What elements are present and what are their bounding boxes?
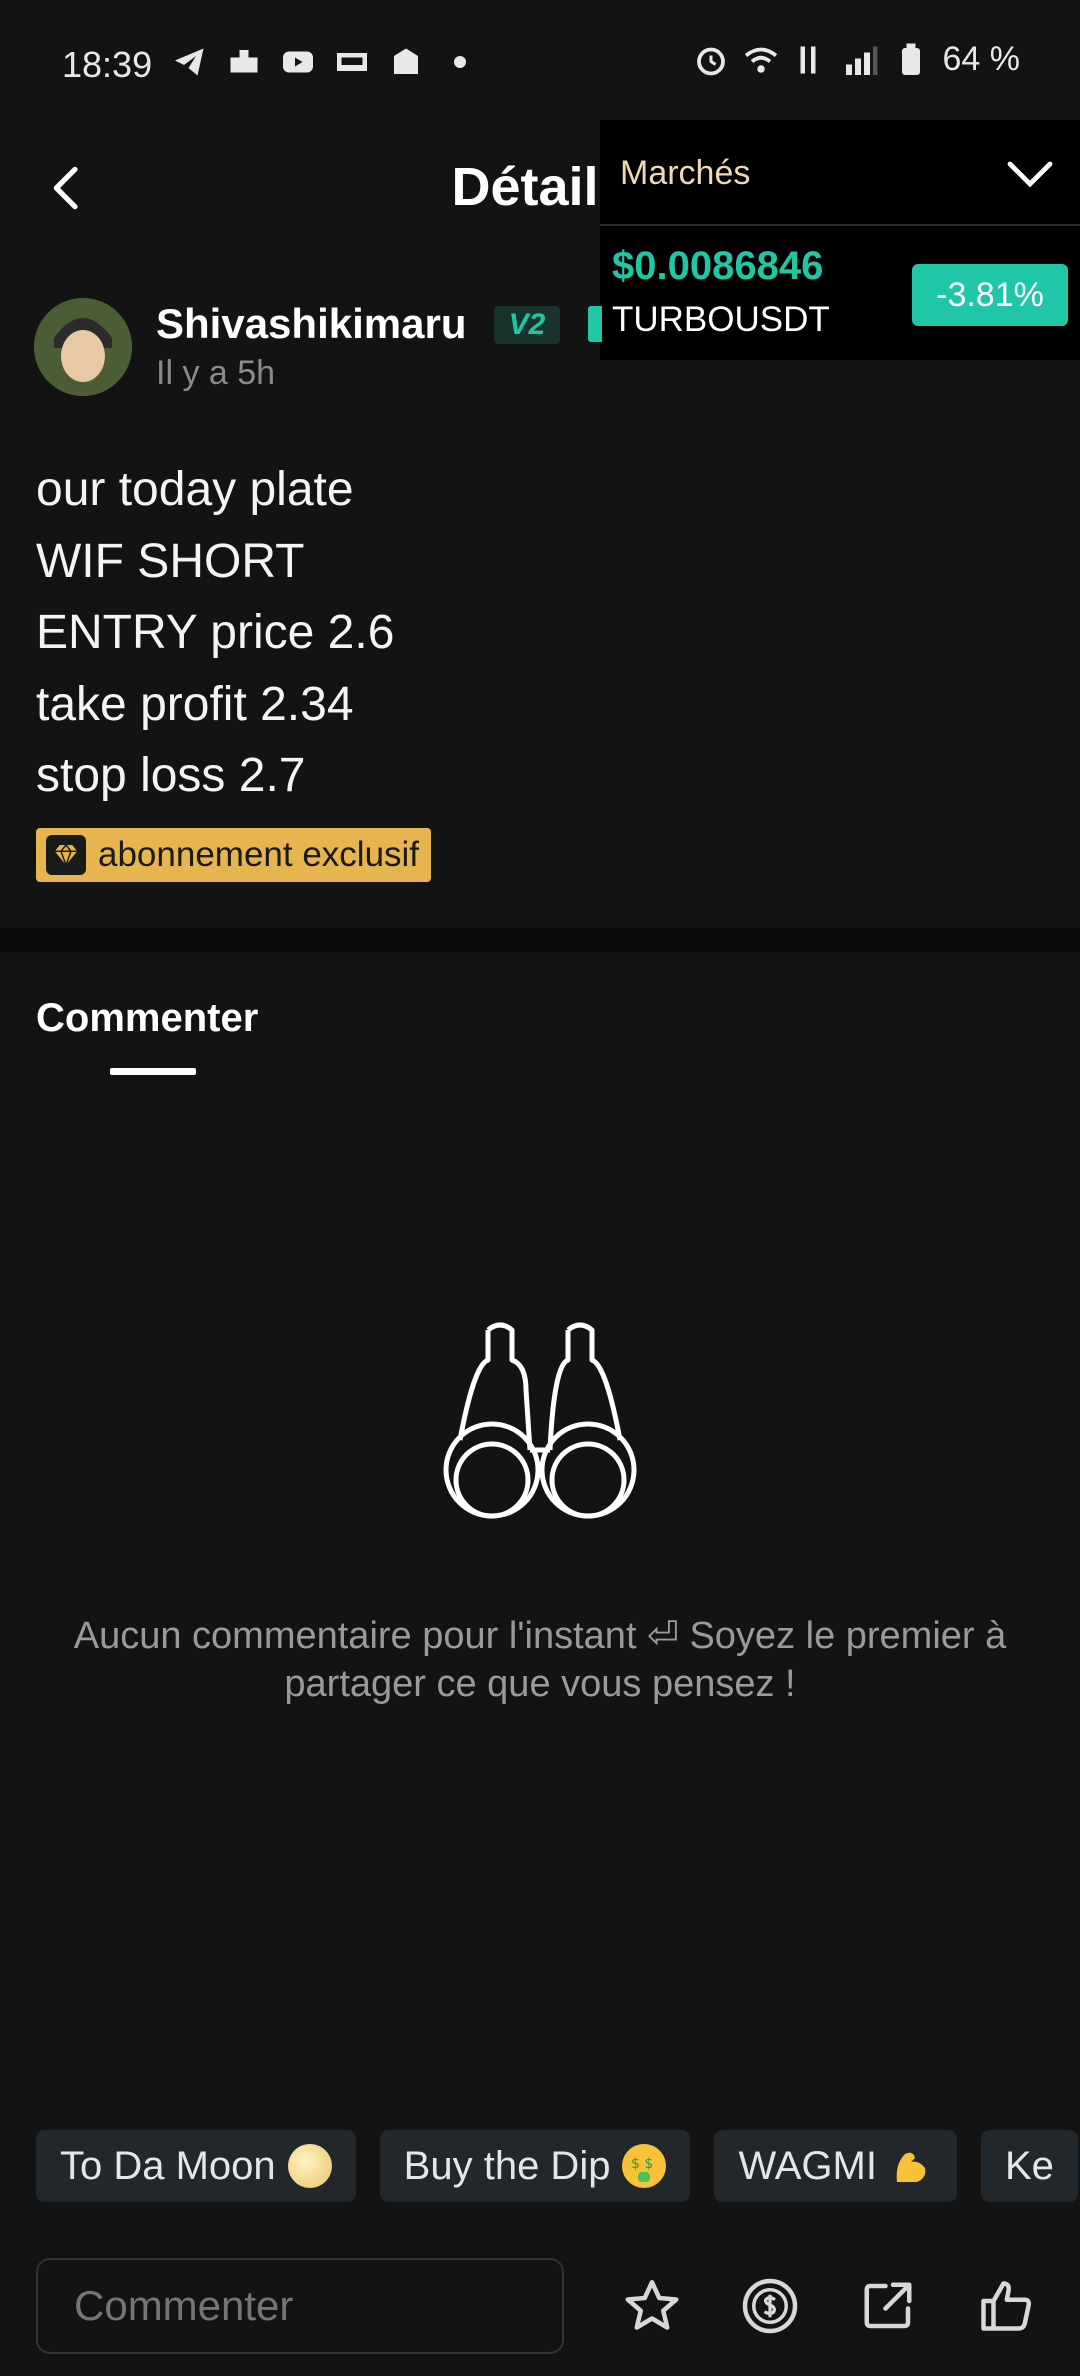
status-time: 18:39 <box>62 44 153 85</box>
post-line: WIF SHORT <box>36 534 305 588</box>
markets-header[interactable]: Marchés <box>600 120 1080 226</box>
post-content: our today plate WIF SHORT ENTRY price 2.… <box>36 454 394 812</box>
system-icons: 64 % <box>693 40 1021 79</box>
chip-label: To Da Moon <box>60 2143 276 2188</box>
wifi-icon <box>744 47 777 73</box>
money-face-emoji-icon: $ $ <box>622 2144 667 2188</box>
chip-label: Ke <box>1004 2143 1054 2188</box>
svg-text:$ $: $ $ <box>631 2156 653 2172</box>
post-timestamp: Il y a 5h <box>156 354 276 392</box>
flexed-biceps-emoji-icon <box>896 2152 926 2182</box>
tip-coin-icon[interactable] <box>740 2276 800 2336</box>
ticker-price: $0.0086846 <box>612 244 824 288</box>
author-username[interactable]: Shivashikimaru <box>156 300 466 348</box>
level-badge: V2 <box>494 306 560 344</box>
change-badge: -3.81% <box>912 264 1068 326</box>
avatar-image <box>34 298 132 396</box>
binoculars-icon <box>443 1322 637 1519</box>
exclusive-tag-label: abonnement exclusif <box>98 835 420 874</box>
status-bar: 18:39 64 % <box>0 0 1080 120</box>
reaction-chip-wagmi[interactable]: WAGMI <box>714 2130 957 2202</box>
youtube-icon <box>283 51 313 73</box>
battery-icon <box>901 43 920 75</box>
battery-level: 64 % <box>942 40 1021 78</box>
reaction-chip-partial[interactable]: Ke <box>980 2130 1078 2202</box>
thumbs-up-icon[interactable] <box>976 2276 1036 2336</box>
reaction-chip-to-da-moon[interactable]: To Da Moon <box>36 2130 356 2202</box>
telegram-icon <box>175 48 204 76</box>
notification-icons <box>172 44 478 80</box>
star-icon[interactable] <box>622 2276 682 2336</box>
tab-active-indicator <box>110 1068 196 1075</box>
exclusive-subscription-tag[interactable]: abonnement exclusif <box>36 828 432 882</box>
section-divider <box>0 928 1080 952</box>
tab-comments[interactable]: Commenter <box>36 996 258 1041</box>
markets-label: Marchés <box>620 154 751 192</box>
ticker-symbol: TURBOUSDT <box>612 300 830 339</box>
verified-icon <box>588 306 602 342</box>
app-notification-icon <box>230 50 258 73</box>
delivery-icon <box>394 48 418 74</box>
avatar[interactable] <box>34 298 132 396</box>
volte-icon <box>800 46 815 73</box>
empty-comments-message: Aucun commentaire pour l'instant ⏎ Soyez… <box>73 1615 1007 1705</box>
share-icon[interactable] <box>858 2276 918 2336</box>
diamond-icon <box>46 835 86 875</box>
alarm-icon <box>696 47 725 75</box>
more-dot-icon <box>454 56 466 68</box>
reaction-chips: To Da Moon Buy the Dip $ $ WAGMI Ke <box>36 2130 1078 2202</box>
signal-icon <box>845 46 877 75</box>
moon-emoji-icon <box>287 2144 332 2188</box>
reaction-chip-buy-the-dip[interactable]: Buy the Dip $ $ <box>379 2130 691 2202</box>
chevron-down-icon[interactable] <box>1006 156 1054 192</box>
chip-label: Buy the Dip <box>403 2143 611 2188</box>
post-line: our today plate <box>36 463 354 516</box>
post-line: ENTRY price 2.6 <box>36 606 395 659</box>
post-line: stop loss 2.7 <box>36 749 306 802</box>
chip-label: WAGMI <box>738 2143 877 2188</box>
post-line: take profit 2.34 <box>36 677 354 731</box>
comment-input[interactable] <box>36 2258 564 2354</box>
kbc-icon <box>337 53 367 71</box>
